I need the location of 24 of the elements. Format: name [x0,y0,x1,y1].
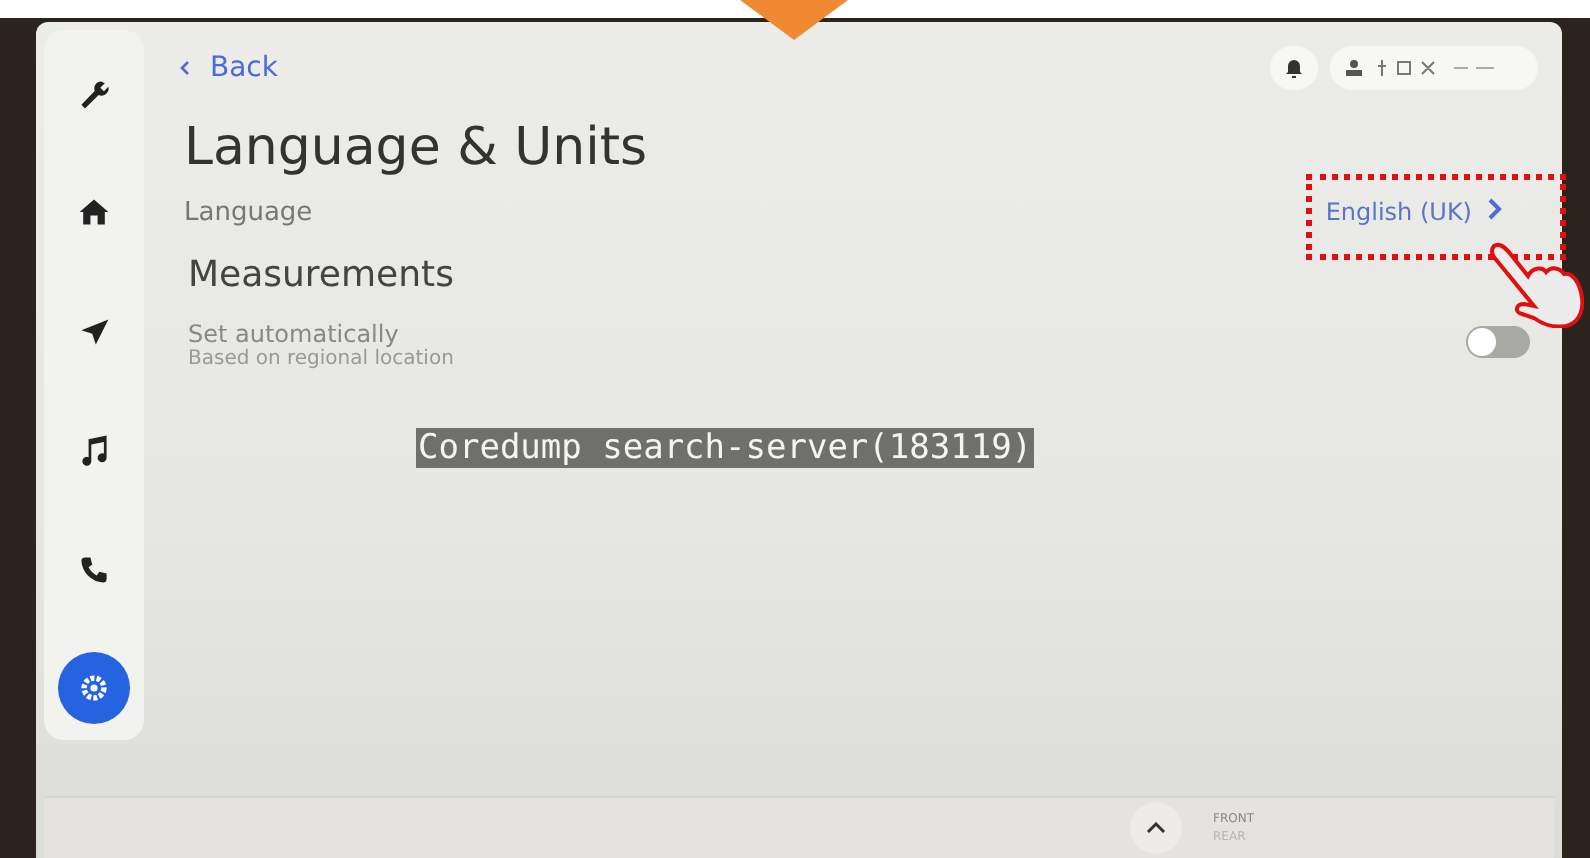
hand-pointer-icon [1488,240,1584,328]
settings-icon [76,669,112,706]
language-value[interactable]: English (UK) [1297,190,1522,234]
toggle-switch[interactable] [1466,325,1530,357]
error-banner: Coredump search-server(183119) [416,428,1035,468]
music-note-icon [76,432,112,469]
chevron-right-icon [1488,198,1502,220]
notification-pill[interactable] [1270,46,1318,90]
language-label: Language [184,197,313,227]
back-button[interactable]: Back [180,52,278,84]
bell-icon [1286,59,1302,77]
setting-label: Set automatically [188,320,401,348]
person-icon [1346,60,1362,76]
status-icons-drawing [1378,60,1438,76]
expand-button[interactable] [1129,802,1181,854]
setting-description: Based on regional location [188,348,454,370]
chevron-up-icon [1145,822,1165,834]
section-heading: Measurements [188,254,456,296]
chevron-left-icon [180,60,190,76]
home-icon [76,194,112,231]
phone-icon [76,551,112,588]
wrench-icon [76,76,112,112]
pointer-triangle-icon [740,0,848,40]
page-title: Language & Units [184,118,650,178]
